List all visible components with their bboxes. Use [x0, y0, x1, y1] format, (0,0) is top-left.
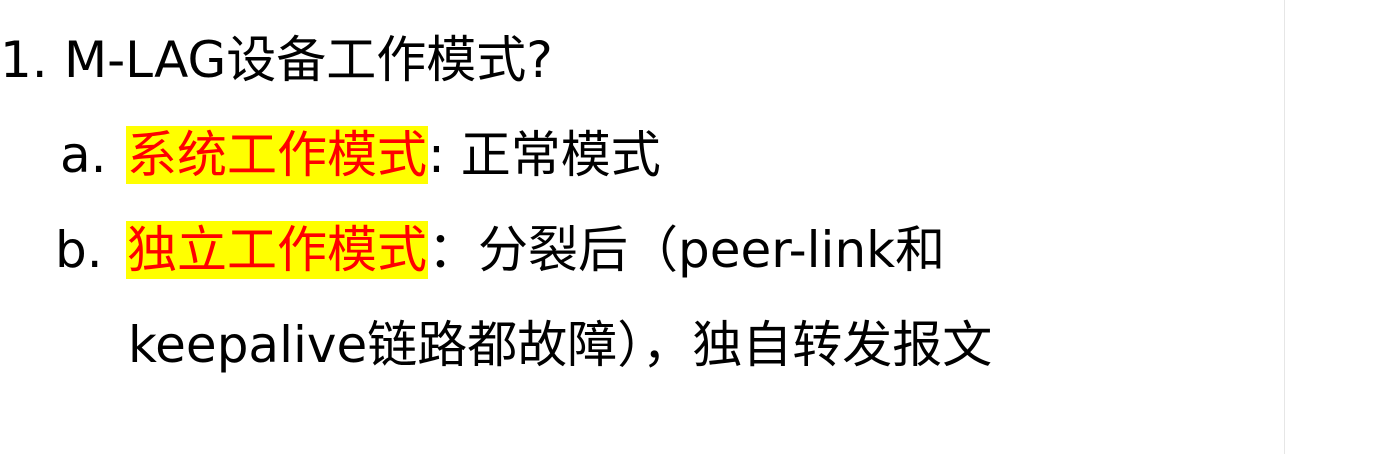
list-marker-1: 1.	[0, 31, 48, 89]
document-content: 1. M-LAG设备工作模式? a. 系统工作模式: 正常模式 b. 独立工作模…	[0, 0, 1284, 454]
document-page: 1. M-LAG设备工作模式? a. 系统工作模式: 正常模式 b. 独立工作模…	[0, 0, 1381, 454]
list-item-1-text: M-LAG设备工作模式?	[64, 31, 553, 89]
list-item-b-continuation: keepalive链路都故障），独自转发报文	[128, 316, 993, 374]
list-marker-a: a.	[60, 126, 107, 184]
highlight-system-mode: 系统工作模式	[126, 126, 428, 184]
right-margin	[1285, 0, 1381, 454]
list-item-b: 独立工作模式：分裂后（peer-link和	[126, 205, 945, 295]
list-item-a-text: : 正常模式	[428, 126, 661, 184]
list-marker-b: b.	[55, 221, 103, 279]
highlight-independent-mode: 独立工作模式	[126, 221, 428, 279]
list-item-a: 系统工作模式: 正常模式	[126, 110, 661, 200]
list-item-b-text: ：分裂后（peer-link和	[428, 221, 946, 279]
